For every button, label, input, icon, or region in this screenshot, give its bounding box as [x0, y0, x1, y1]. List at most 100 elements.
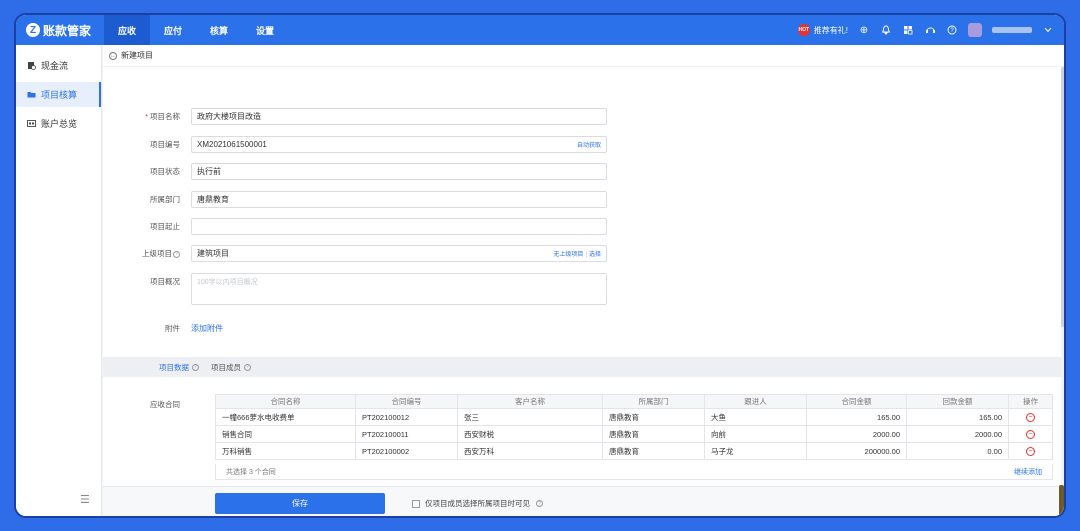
- name-label: 项目名称: [150, 112, 180, 121]
- project-name-input[interactable]: 政府大楼项目改造: [191, 108, 607, 125]
- help-icon[interactable]: ?: [536, 500, 543, 507]
- nav-settings[interactable]: 设置: [242, 15, 288, 45]
- project-status-select[interactable]: 执行前: [191, 163, 607, 180]
- contracts-table: 合同名称 合同编号 客户名称 所属部门 跟进人 合同金额 回款金额 操作 一幢6…: [215, 394, 1053, 460]
- save-bar: 保存 仅项目成员选择所属项目时可见 ?: [103, 486, 1064, 516]
- remove-row-icon[interactable]: −: [1026, 447, 1035, 456]
- headset-icon[interactable]: [924, 24, 936, 36]
- form-row-status: 项目状态 执行前: [103, 163, 607, 180]
- help-icon[interactable]: ?: [244, 363, 251, 371]
- user-name-blurred[interactable]: [992, 27, 1032, 33]
- help-icon[interactable]: ?: [173, 250, 180, 258]
- page-title: 新建项目: [121, 51, 153, 60]
- app-window: Z 账款管家 应收 应付 核算 设置 HOT 推荐有礼! ⊕ ? 现金流 项目核…: [14, 13, 1066, 518]
- logo-icon: Z: [26, 23, 40, 37]
- top-right-tools: HOT 推荐有礼! ⊕ ?: [797, 15, 1054, 45]
- period-label: 项目起止: [150, 222, 180, 231]
- main-content: ← 新建项目 * 项目名称 政府大楼项目改造 项目编号 XM20210615000…: [103, 45, 1064, 516]
- chevron-down-icon[interactable]: [1042, 24, 1054, 36]
- top-bar: Z 账款管家 应收 应付 核算 设置 HOT 推荐有礼! ⊕ ?: [16, 15, 1064, 45]
- tab-project-members[interactable]: 项目成员?: [211, 362, 251, 373]
- col-header: 操作: [1008, 394, 1053, 409]
- auto-generate-link[interactable]: 自动获取: [577, 140, 601, 149]
- sidebar-item-cashflow[interactable]: 现金流: [16, 53, 101, 78]
- col-header: 合同金额: [806, 394, 907, 409]
- form-row-attachment: 附件 添加附件: [103, 320, 223, 337]
- collapse-menu-icon[interactable]: ☰: [80, 493, 90, 506]
- table-row[interactable]: 销售合同 PT202100011 西安财税 唐鼎教育 向前 2000.00 20…: [215, 425, 1053, 443]
- select-parent-link[interactable]: 选择: [589, 252, 601, 258]
- parent-project-input[interactable]: 建筑项目 无上级项目 | 选择: [191, 245, 607, 262]
- nav-receivable[interactable]: 应收: [104, 15, 151, 45]
- help-icon[interactable]: ?: [192, 363, 199, 371]
- required-mark: *: [145, 112, 148, 121]
- app-name: 账款管家: [43, 23, 92, 38]
- visibility-option[interactable]: 仅项目成员选择所属项目时可见 ?: [412, 498, 543, 509]
- form-row-parent: 上级项目? 建筑项目 无上级项目 | 选择: [103, 245, 607, 262]
- code-label: 项目编号: [150, 140, 180, 149]
- col-header: 合同编号: [355, 394, 458, 409]
- sidebar-item-label: 现金流: [41, 61, 69, 71]
- no-parent-link[interactable]: 无上级项目: [553, 252, 583, 258]
- scroll-thumb[interactable]: [1061, 67, 1064, 327]
- help-icon[interactable]: ?: [946, 24, 958, 36]
- apps-icon[interactable]: [902, 24, 914, 36]
- tabs-bar: 项目数据? 项目成员?: [103, 357, 1064, 377]
- account-icon: [26, 119, 36, 129]
- form-row-dept: 所属部门 唐鼎教育: [103, 191, 607, 208]
- selected-count: 共选择 3 个合同: [226, 468, 276, 476]
- breadcrumb: ← 新建项目: [103, 45, 1064, 67]
- project-overview-textarea[interactable]: 100字以内项目概况: [191, 273, 607, 305]
- table-row[interactable]: 万科销售 PT202100002 西安万科 唐鼎教育 马子龙 200000.00…: [215, 442, 1053, 460]
- add-attachment-link[interactable]: 添加附件: [191, 323, 223, 334]
- dept-label: 所属部门: [150, 195, 180, 204]
- bell-icon[interactable]: [880, 24, 892, 36]
- table-header-row: 合同名称 合同编号 客户名称 所属部门 跟进人 合同金额 回款金额 操作: [215, 394, 1053, 409]
- cashflow-icon: [26, 61, 36, 71]
- project-period-input[interactable]: [191, 218, 607, 235]
- department-select[interactable]: 唐鼎教育: [191, 191, 607, 208]
- form-row-code: 项目编号 XM2021061500001 自动获取: [103, 136, 607, 153]
- add-more-link[interactable]: 继续添加: [1014, 467, 1042, 477]
- visibility-checkbox[interactable]: [412, 499, 420, 508]
- nav-accounting[interactable]: 核算: [196, 15, 242, 45]
- contracts-label: 应收合同: [150, 400, 180, 409]
- folder-icon: [26, 90, 36, 100]
- status-label: 项目状态: [150, 167, 180, 176]
- svg-text:?: ?: [950, 28, 954, 34]
- vertical-scrollbar[interactable]: [1061, 67, 1064, 486]
- col-header: 所属部门: [602, 394, 705, 409]
- back-arrow-icon[interactable]: ←: [109, 51, 117, 60]
- tab-project-data[interactable]: 项目数据?: [159, 362, 199, 373]
- form-row-name: * 项目名称 政府大楼项目改造: [103, 108, 607, 125]
- referral-link[interactable]: 推荐有礼!: [814, 25, 848, 36]
- hot-badge: HOT: [797, 24, 810, 36]
- col-header: 回款金额: [906, 394, 1009, 409]
- sidebar-item-account-overview[interactable]: 账户总览: [16, 111, 101, 136]
- sidebar-item-label: 账户总览: [41, 119, 78, 129]
- form-row-period: 项目起止: [103, 218, 607, 235]
- remove-row-icon[interactable]: −: [1026, 430, 1035, 439]
- table-row[interactable]: 一幢666萝水电收费单 PT202100012 张三 唐鼎教育 大鱼 165.0…: [215, 408, 1053, 426]
- col-header: 客户名称: [457, 394, 603, 409]
- project-code-input[interactable]: XM2021061500001 自动获取: [191, 136, 607, 153]
- sidebar-item-project-accounting[interactable]: 项目核算: [16, 82, 101, 107]
- col-header: 跟进人: [704, 394, 807, 409]
- attachment-label: 附件: [165, 324, 180, 333]
- plus-circle-icon[interactable]: ⊕: [858, 24, 870, 36]
- main-nav: 应收 应付 核算 设置: [104, 15, 288, 45]
- remove-row-icon[interactable]: −: [1026, 413, 1035, 422]
- save-button[interactable]: 保存: [215, 493, 385, 514]
- resize-grip[interactable]: [1059, 485, 1064, 516]
- visibility-label: 仅项目成员选择所属项目时可见: [425, 499, 530, 508]
- col-header: 合同名称: [215, 394, 356, 409]
- form-row-overview: 项目概况 100字以内项目概况: [103, 273, 607, 305]
- brand[interactable]: Z 账款管家: [16, 22, 104, 39]
- nav-payable[interactable]: 应付: [150, 15, 196, 45]
- table-footer: 共选择 3 个合同 继续添加: [215, 464, 1053, 480]
- overview-label: 项目概况: [150, 277, 180, 286]
- parent-label: 上级项目: [142, 249, 172, 258]
- avatar[interactable]: [968, 23, 982, 37]
- sidebar: 现金流 项目核算 账户总览 ☰: [16, 45, 102, 516]
- sidebar-item-label: 项目核算: [41, 90, 78, 100]
